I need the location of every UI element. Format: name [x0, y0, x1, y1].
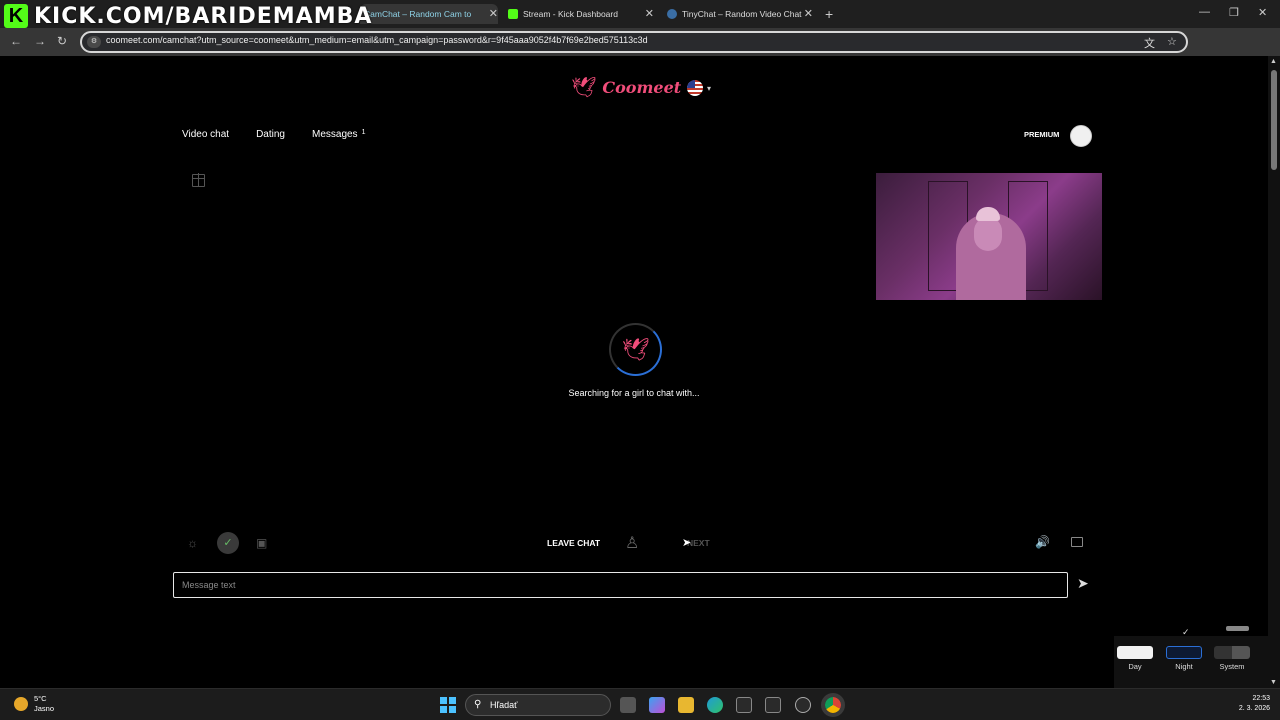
theme-night-label: Night [1175, 662, 1193, 671]
picture-in-picture-icon[interactable] [1071, 537, 1083, 547]
edge-icon[interactable] [707, 697, 723, 713]
page-scrollbar[interactable]: ▲ ▼ [1268, 56, 1280, 688]
close-tab-icon[interactable]: ✕ [489, 7, 498, 20]
task-view-icon[interactable] [620, 697, 636, 713]
weather-widget[interactable]: 5°C Jasno [14, 694, 54, 714]
top-navigation: Video chat Dating Messages 1 [182, 129, 392, 140]
chrome-icon[interactable] [821, 693, 845, 717]
brightness-icon[interactable]: ☼ [187, 536, 198, 550]
send-icon[interactable]: ➤ [1077, 575, 1089, 592]
kick-overlay-text: KICK.COM/BARIDEMAMBA [34, 3, 373, 29]
system-swatch [1214, 646, 1250, 659]
user-profile-icon[interactable]: ♙ [625, 533, 639, 553]
brand-logo[interactable]: 🕊 Coomeet [571, 75, 681, 100]
theme-day-option[interactable]: Day [1117, 646, 1153, 671]
address-bar[interactable]: ⚙ coomeet.com/camchat?utm_source=coomeet… [80, 31, 1188, 53]
site-info-icon[interactable]: ⚙ [87, 36, 101, 48]
windows-start-icon[interactable] [440, 697, 456, 713]
reload-icon[interactable]: ↻ [57, 34, 67, 48]
scroll-down-icon[interactable]: ▼ [1270, 679, 1277, 686]
nav-dating[interactable]: Dating [256, 129, 285, 140]
url-text[interactable]: coomeet.com/camchat?utm_source=coomeet&u… [106, 35, 648, 45]
theme-system-option[interactable]: System [1214, 646, 1250, 671]
forward-icon[interactable]: → [34, 34, 46, 48]
search-label: Hľadať [490, 700, 518, 710]
page-content: 🕊 Coomeet ▾ Video chat Dating Messages 1 … [0, 56, 1268, 688]
close-tab-icon[interactable]: ✕ [645, 7, 654, 20]
kick-overlay: K KICK.COM/BARIDEMAMBA [4, 2, 372, 30]
taskbar: 5°C Jasno ⚲ Hľadať 22:53 2. 3. 2026 [0, 688, 1280, 720]
settings-gear-icon[interactable] [795, 697, 811, 713]
theme-switcher: ✓ Day Night System [1114, 626, 1268, 688]
theme-system-label: System [1219, 662, 1245, 671]
premium-link[interactable]: PREMIUM [1024, 130, 1059, 139]
chevron-down-icon: ▾ [707, 83, 712, 93]
translate-icon[interactable]: 文 [1144, 35, 1155, 51]
check-icon: ✓ [1182, 627, 1190, 637]
check-icon[interactable]: ✓ [217, 532, 239, 554]
nav-messages[interactable]: Messages 1 [312, 129, 365, 140]
copilot-icon[interactable] [649, 697, 665, 713]
messages-count-badge: 1 [361, 129, 366, 136]
sun-icon [14, 697, 28, 711]
search-icon: ⚲ [474, 699, 482, 710]
loading-spinner: 🕊 [609, 323, 662, 376]
back-icon[interactable]: ← [10, 34, 22, 48]
night-swatch [1166, 646, 1202, 659]
tab-title: CamChat – Random Cam to [364, 9, 472, 19]
weather-temp: 5°C [34, 694, 47, 703]
scrollbar-thumb[interactable] [1271, 70, 1277, 170]
bird-icon: 🕊 [621, 336, 650, 362]
theme-night-option[interactable]: Night [1166, 646, 1202, 671]
brand-name: Coomeet [602, 78, 682, 97]
tab-title: Stream - Kick Dashboard [523, 9, 618, 19]
panel-handle[interactable] [1226, 626, 1249, 631]
nav-video-chat[interactable]: Video chat [182, 129, 229, 140]
volume-icon[interactable]: 🔊 [1035, 535, 1050, 549]
kick-favicon-icon [508, 9, 518, 19]
clock-date: 2. 3. 2026 [1238, 705, 1270, 712]
restore-icon[interactable]: ❐ [1229, 6, 1239, 19]
file-explorer-icon[interactable] [678, 697, 694, 713]
search-status-text: Searching for a girl to chat with... [568, 388, 700, 398]
store-icon[interactable] [736, 697, 752, 713]
close-tab-icon[interactable]: ✕ [804, 7, 813, 20]
person-head [974, 217, 1002, 251]
self-camera-preview [876, 173, 1102, 300]
tab-kick-dashboard[interactable]: Stream - Kick Dashboard ✕ [508, 4, 654, 24]
bird-logo-icon: 🕊 [571, 77, 597, 99]
day-swatch [1117, 646, 1153, 659]
person-hat [976, 207, 1000, 221]
tab-tinychat[interactable]: TinyChat – Random Video Chat ✕ [667, 4, 813, 24]
language-selector[interactable]: ▾ [687, 80, 711, 96]
weather-desc: Jasno [34, 704, 55, 713]
clock-time: 22:53 [1252, 695, 1270, 702]
close-window-icon[interactable]: ✕ [1258, 6, 1267, 19]
us-flag-icon [687, 80, 703, 96]
mouse-cursor-icon: ➤ [682, 537, 692, 549]
bookmark-star-icon[interactable]: ☆ [1167, 35, 1177, 48]
tinychat-favicon-icon [667, 9, 677, 19]
message-input[interactable] [173, 572, 1068, 598]
minimize-icon[interactable]: — [1199, 6, 1210, 18]
gift-icon[interactable] [192, 173, 205, 187]
system-clock[interactable]: 22:53 2. 3. 2026 [1226, 694, 1270, 714]
scroll-up-icon[interactable]: ▲ [1270, 58, 1277, 65]
save-icon[interactable]: ▣ [256, 536, 267, 550]
theme-day-label: Day [1128, 662, 1142, 671]
nav-messages-label: Messages [311, 129, 358, 140]
kick-logo-icon: K [4, 4, 28, 28]
browser-toolbar: ← → ↻ ⚙ coomeet.com/camchat?utm_source=c… [0, 28, 1280, 76]
leave-chat-button[interactable]: LEAVE CHAT [547, 538, 600, 548]
user-avatar[interactable] [1070, 125, 1092, 147]
tab-camchat[interactable]: CamChat – Random Cam to ✕ [360, 4, 498, 24]
new-tab-icon[interactable]: + [825, 6, 833, 22]
tab-title: TinyChat – Random Video Chat [682, 9, 802, 19]
taskbar-search[interactable]: ⚲ Hľadať [465, 694, 611, 716]
app-icon[interactable] [765, 697, 781, 713]
